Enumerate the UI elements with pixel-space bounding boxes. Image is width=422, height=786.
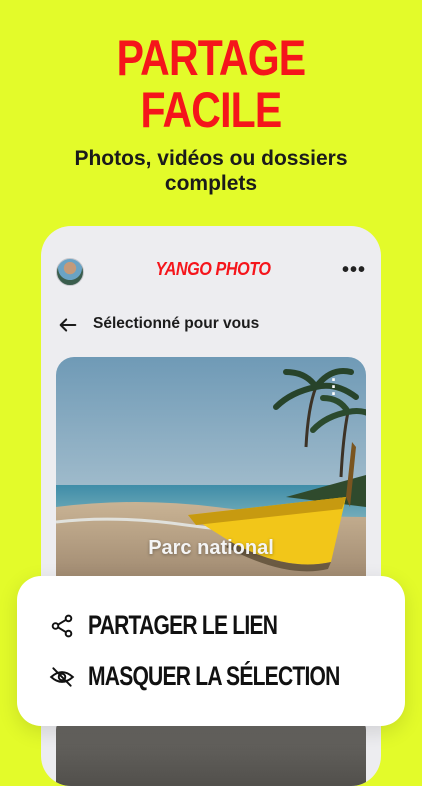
more-horizontal-icon[interactable]: ••• xyxy=(341,258,367,282)
album-card-next[interactable] xyxy=(56,716,366,786)
share-link-button[interactable]: PARTAGER LE LIEN xyxy=(17,601,405,647)
more-vertical-icon[interactable]: · · · xyxy=(328,371,340,403)
arrow-left-icon[interactable] xyxy=(57,314,79,336)
promo-headline-line1: PARTAGE xyxy=(116,30,306,86)
eye-off-icon xyxy=(49,667,75,687)
section-header: Sélectionné pour vous xyxy=(41,310,381,342)
album-title: Parc national xyxy=(148,537,274,559)
hide-selection-label: MASQUER LA SÉLECTION xyxy=(88,661,340,691)
avatar[interactable] xyxy=(56,258,84,286)
action-sheet: PARTAGER LE LIEN MASQUER LA SÉLECTION xyxy=(17,576,405,726)
promo-headline-line2: FACILE xyxy=(140,82,283,138)
promo-subheadline: Photos, vidéos ou dossiers complets xyxy=(74,147,348,195)
app-header: YANGO PHOTO ••• xyxy=(41,226,381,316)
app-logo: YANGO PHOTO xyxy=(155,259,271,279)
promo-headline: PARTAGE FACILE xyxy=(38,32,384,136)
section-title: Sélectionné pour vous xyxy=(93,315,260,332)
share-icon xyxy=(51,614,73,638)
share-link-label: PARTAGER LE LIEN xyxy=(88,610,278,640)
hide-selection-button[interactable]: MASQUER LA SÉLECTION xyxy=(17,652,405,698)
